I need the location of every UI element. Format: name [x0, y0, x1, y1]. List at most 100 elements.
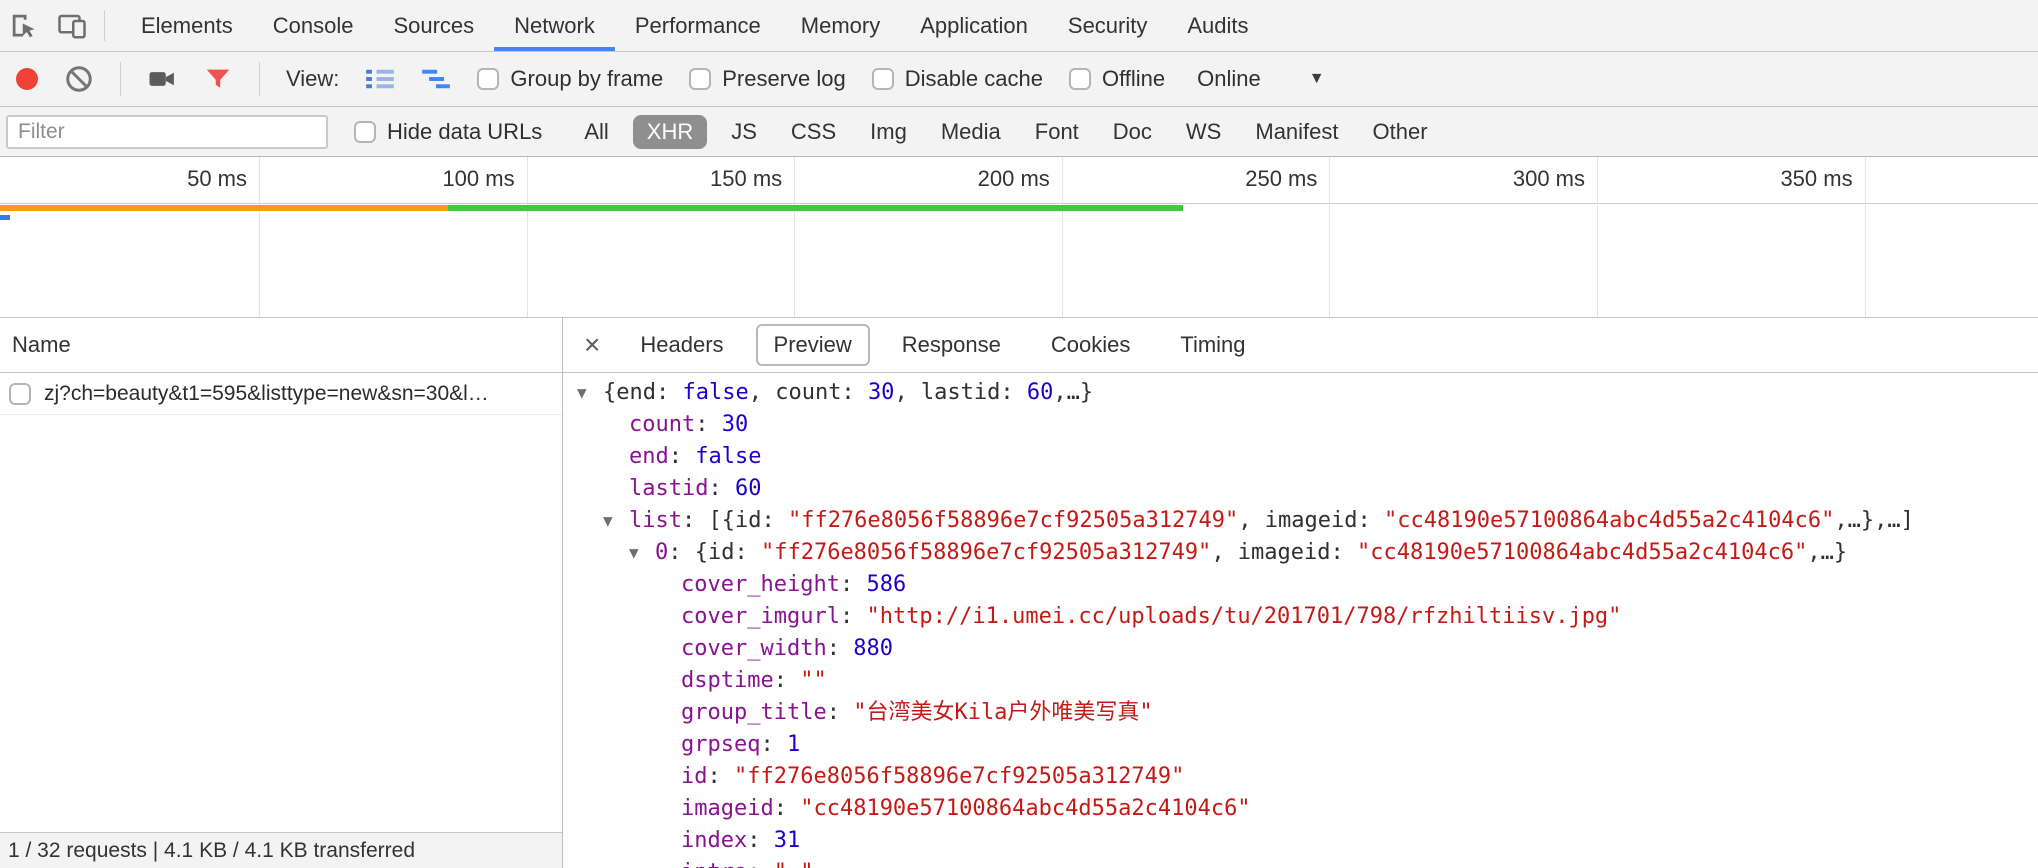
detail-tab-preview[interactable]: Preview — [756, 324, 870, 366]
disable-cache-checkbox[interactable]: Disable cache — [872, 66, 1043, 92]
checkbox-box[interactable] — [477, 68, 499, 90]
tab-elements[interactable]: Elements — [121, 0, 253, 51]
json-plain: , imageid: — [1211, 540, 1357, 565]
json-str: "" — [800, 668, 827, 693]
clear-button[interactable] — [64, 64, 94, 94]
tree-row[interactable]: cover_width: 880 — [563, 633, 2038, 665]
filter-types: All XHR JS CSS Img Media Font Doc WS Manifest Othe… — [584, 115, 1427, 149]
list-view-icon — [365, 64, 395, 94]
json-str: "cc48190e57100864abc4d55a2c4104c6" — [800, 796, 1250, 821]
inspect-cursor-icon — [9, 11, 39, 41]
request-row[interactable]: zj?ch=beauty&t1=595&listtype=new&sn=30&l… — [0, 373, 562, 415]
main-tabs: ElementsConsoleSourcesNetworkPerformance… — [121, 0, 1269, 51]
tab-security[interactable]: Security — [1048, 0, 1167, 51]
close-icon[interactable]: × — [569, 331, 615, 359]
filter-toggle-button[interactable] — [203, 64, 233, 94]
detail-tabs-header: × Headers Preview Response Cookies Timing — [563, 318, 2038, 373]
json-key: imageid — [681, 796, 774, 821]
tree-row[interactable]: lastid: 60 — [563, 473, 2038, 505]
tree-row[interactable]: intro: "…" — [563, 857, 2038, 868]
device-toolbar-button[interactable] — [48, 0, 96, 51]
tree-row[interactable]: index: 31 — [563, 825, 2038, 857]
group-by-frame-checkbox[interactable]: Group by frame — [477, 66, 663, 92]
offline-checkbox[interactable]: Offline — [1069, 66, 1165, 92]
expander-icon[interactable]: ▼ — [627, 537, 655, 569]
json-plain: : — [774, 668, 801, 693]
filter-type-all[interactable]: All — [584, 119, 608, 145]
show-overview-button[interactable] — [421, 64, 451, 94]
filter-type-manifest[interactable]: Manifest — [1255, 119, 1338, 145]
name-column-header[interactable]: Name — [0, 318, 562, 373]
small-request-rows-button[interactable] — [365, 64, 395, 94]
json-key: count — [629, 412, 695, 437]
expander-icon[interactable]: ▼ — [601, 505, 629, 537]
tab-audits[interactable]: Audits — [1167, 0, 1268, 51]
requests-panel: Name zj?ch=beauty&t1=595&listtype=new&sn… — [0, 318, 563, 868]
tree-row[interactable]: group_title: "台湾美女Kila户外唯美写真" — [563, 697, 2038, 729]
tab-application[interactable]: Application — [900, 0, 1048, 51]
detail-tab-headers[interactable]: Headers — [622, 324, 741, 366]
json-str: "ff276e8056f58896e7cf92505a312749" — [761, 540, 1211, 565]
overview-bar-blue — [0, 215, 10, 220]
json-num: 60 — [1027, 380, 1054, 405]
overview-bar-green — [448, 205, 1183, 211]
inspect-element-button[interactable] — [0, 0, 48, 51]
record-button[interactable] — [16, 68, 38, 90]
preserve-log-checkbox[interactable]: Preserve log — [689, 66, 846, 92]
expander-icon[interactable]: ▼ — [575, 377, 603, 409]
filter-type-font[interactable]: Font — [1035, 119, 1079, 145]
tab-console[interactable]: Console — [253, 0, 374, 51]
timeline-overview[interactable]: 50 ms100 ms150 ms200 ms250 ms300 ms350 m… — [0, 157, 2038, 318]
json-key: dsptime — [681, 668, 774, 693]
tree-row[interactable]: count: 30 — [563, 409, 2038, 441]
detail-tab-cookies[interactable]: Cookies — [1033, 324, 1148, 366]
tree-row[interactable]: cover_imgurl: "http://i1.umei.cc/uploads… — [563, 601, 2038, 633]
tree-row[interactable]: end: false — [563, 441, 2038, 473]
json-key: list — [629, 508, 682, 533]
tab-memory[interactable]: Memory — [781, 0, 900, 51]
tab-network[interactable]: Network — [494, 0, 615, 51]
tree-row[interactable]: cover_height: 586 — [563, 569, 2038, 601]
json-str: "cc48190e57100864abc4d55a2c4104c6" — [1384, 508, 1834, 533]
filter-type-other[interactable]: Other — [1373, 119, 1428, 145]
filter-type-doc[interactable]: Doc — [1113, 119, 1152, 145]
tree-row[interactable]: imageid: "cc48190e57100864abc4d55a2c4104… — [563, 793, 2038, 825]
checkbox-box[interactable] — [1069, 68, 1091, 90]
filter-type-css[interactable]: CSS — [791, 119, 836, 145]
tree-row[interactable]: id: "ff276e8056f58896e7cf92505a312749" — [563, 761, 2038, 793]
throttling-dropdown[interactable]: Online ▼ — [1197, 66, 1324, 92]
filter-type-xhr[interactable]: XHR — [633, 115, 707, 149]
network-toolbar: View: Group by frame Preserve log — [0, 52, 2038, 107]
capture-screenshots-button[interactable] — [147, 64, 177, 94]
filter-input[interactable] — [6, 115, 328, 149]
tree-row[interactable]: grpseq: 1 — [563, 729, 2038, 761]
json-plain: ,…} — [1053, 380, 1093, 405]
tree-row[interactable]: ▼0: {id: "ff276e8056f58896e7cf92505a3127… — [563, 537, 2038, 569]
checkbox-label: Preserve log — [722, 66, 846, 92]
overview-bar-orange — [0, 205, 448, 211]
checkbox-box[interactable] — [354, 121, 376, 143]
hide-data-urls-checkbox[interactable]: Hide data URLs — [354, 119, 542, 145]
filter-type-media[interactable]: Media — [941, 119, 1001, 145]
tab-sources[interactable]: Sources — [373, 0, 494, 51]
tree-row[interactable]: ▼{end: false, count: 30, lastid: 60,…} — [563, 377, 2038, 409]
request-checkbox[interactable] — [9, 383, 31, 405]
detail-tab-timing[interactable]: Timing — [1162, 324, 1263, 366]
json-str: "cc48190e57100864abc4d55a2c4104c6" — [1357, 540, 1807, 565]
json-num: 30 — [722, 412, 749, 437]
toolbar-divider — [259, 62, 260, 96]
checkbox-box[interactable] — [689, 68, 711, 90]
network-panels: Name zj?ch=beauty&t1=595&listtype=new&sn… — [0, 318, 2038, 868]
json-key: end — [629, 444, 669, 469]
timeline-tick-label: 200 ms — [978, 166, 1050, 192]
detail-tab-response[interactable]: Response — [884, 324, 1019, 366]
filter-type-img[interactable]: Img — [870, 119, 907, 145]
checkbox-label: Group by frame — [510, 66, 663, 92]
filter-type-ws[interactable]: WS — [1186, 119, 1221, 145]
tree-row[interactable]: ▼list: [{id: "ff276e8056f58896e7cf92505a… — [563, 505, 2038, 537]
filter-type-js[interactable]: JS — [731, 119, 757, 145]
checkbox-box[interactable] — [872, 68, 894, 90]
view-label: View: — [286, 66, 339, 92]
tab-performance[interactable]: Performance — [615, 0, 781, 51]
tree-row[interactable]: dsptime: "" — [563, 665, 2038, 697]
